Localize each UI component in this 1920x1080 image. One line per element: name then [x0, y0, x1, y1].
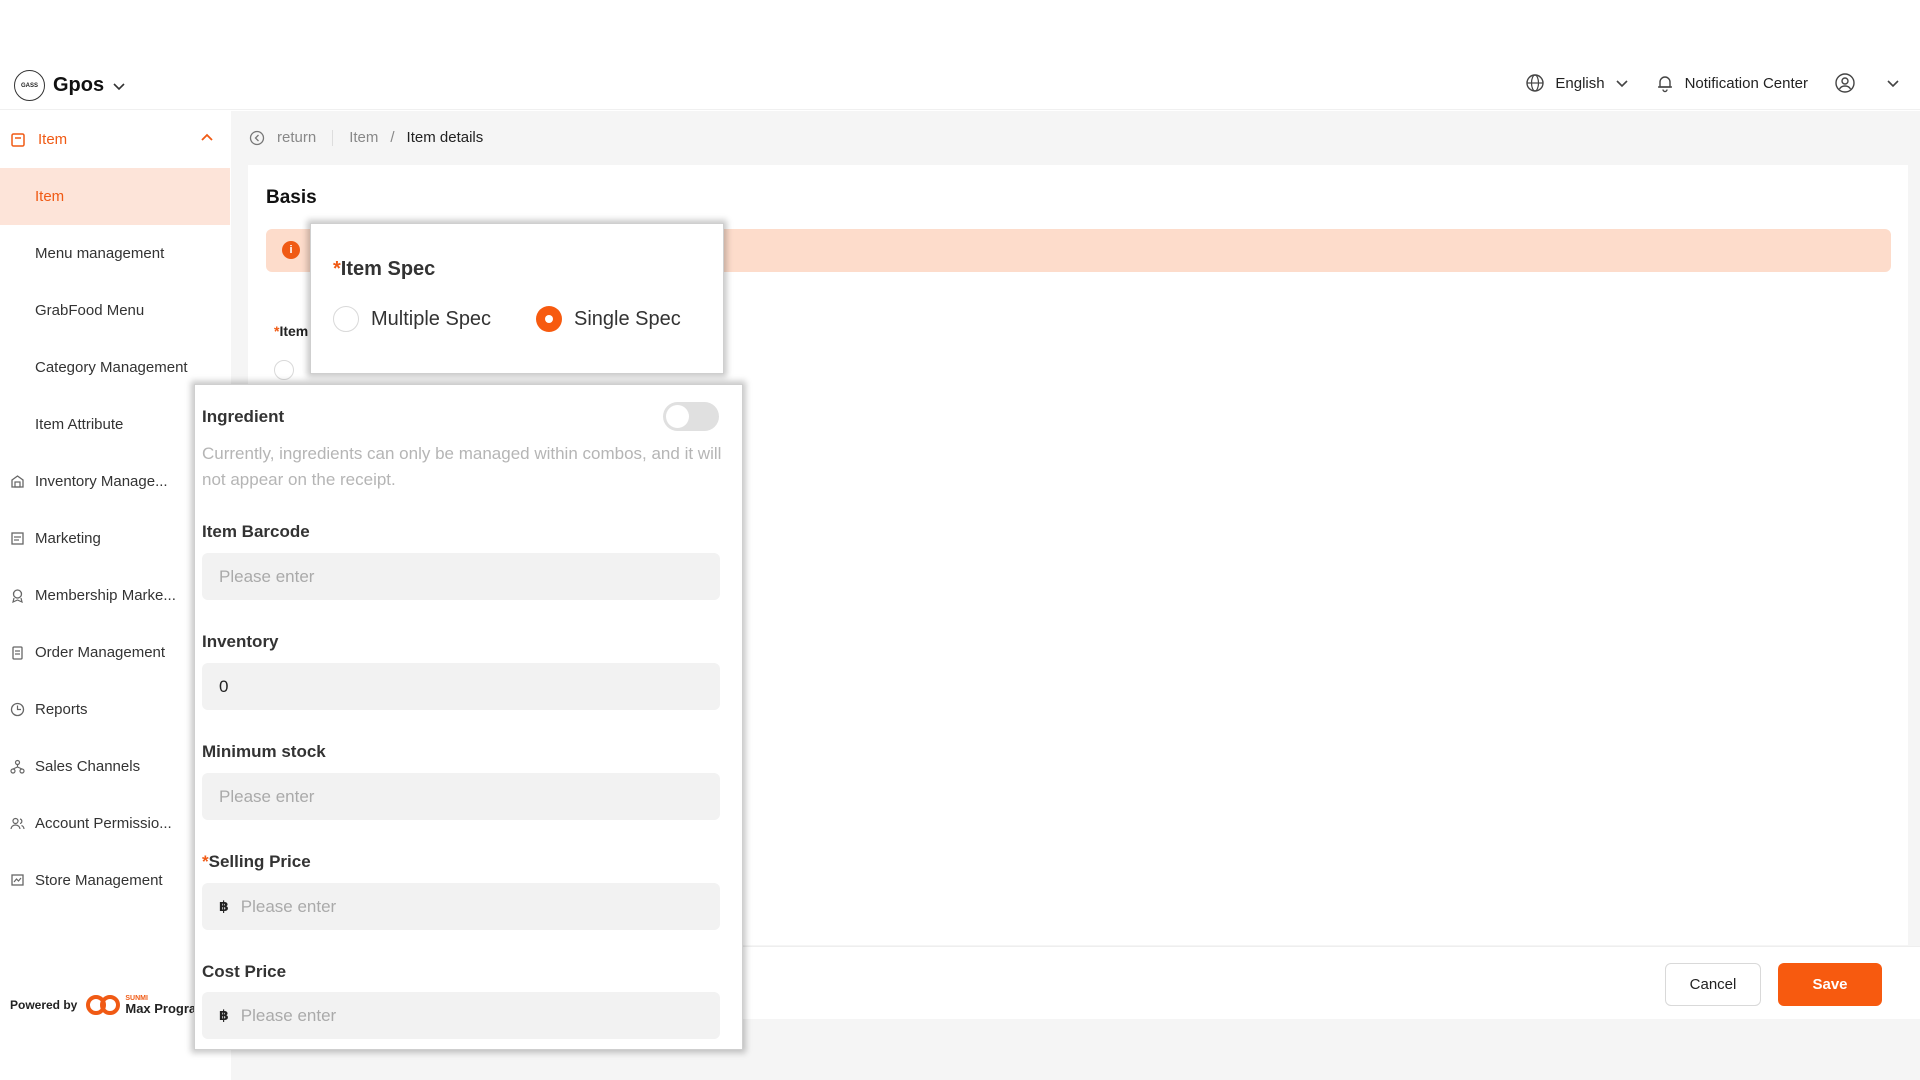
single-spec-label: Single Spec	[574, 307, 681, 330]
users-icon	[10, 816, 25, 831]
store-icon	[10, 873, 25, 888]
user-avatar-icon	[1834, 72, 1856, 94]
multiple-spec-label: Multiple Spec	[371, 307, 492, 330]
brand-name: Gpos	[53, 74, 105, 96]
info-icon: i	[282, 241, 300, 259]
back-circle-icon[interactable]	[249, 130, 265, 146]
selling-price-placeholder: Please enter	[240, 896, 337, 916]
sidebar-item-label: Inventory Manage...	[35, 473, 168, 490]
single-spec-radio[interactable]	[536, 306, 562, 332]
item-barcode-label: Item Barcode	[202, 522, 310, 541]
sidebar-item-label: Membership Marke...	[35, 587, 176, 604]
item-spec-panel: *Item Spec Multiple Spec Single Spec	[310, 223, 724, 374]
baht-currency-icon: ฿	[219, 1007, 229, 1023]
sidebar-item-menu-management[interactable]: Menu management	[0, 225, 230, 282]
multiple-spec-radio[interactable]	[333, 306, 359, 332]
selling-price-label: *Selling Price	[202, 852, 311, 871]
item-detail-panel: Ingredient Currently, ingredients can on…	[194, 384, 743, 1050]
sidebar-item-item[interactable]: Item	[0, 168, 230, 225]
language-label: English	[1555, 74, 1605, 92]
warehouse-icon	[10, 474, 25, 489]
chevron-down-icon	[112, 79, 126, 93]
breadcrumb: return Item / Item details	[249, 129, 483, 146]
cancel-button[interactable]: Cancel	[1665, 963, 1761, 1006]
save-button[interactable]: Save	[1778, 963, 1882, 1006]
background-radio	[274, 360, 294, 380]
inventory-input[interactable]: 0	[202, 663, 720, 710]
network-icon	[10, 759, 25, 774]
bell-icon	[1655, 73, 1675, 93]
sunmi-logo-icon	[86, 995, 121, 1015]
language-selector[interactable]: English	[1525, 73, 1628, 93]
brand-switcher[interactable]: GASS Gpos	[14, 70, 126, 101]
inventory-label: Inventory	[202, 632, 279, 651]
item-spec-background-label: *Item	[274, 323, 309, 339]
clipboard-icon	[10, 645, 25, 660]
sidebar-item-label: Sales Channels	[35, 758, 141, 775]
chevron-down-icon	[1886, 76, 1900, 90]
breadcrumb-separator: /	[390, 129, 395, 146]
sidebar-item-label: Store Management	[35, 872, 163, 889]
notification-label: Notification Center	[1684, 74, 1808, 92]
item-barcode-placeholder: Please enter	[219, 566, 315, 586]
sidebar-item-label: Reports	[35, 701, 88, 718]
powered-by-label: Powered by	[10, 998, 78, 1012]
ingredient-hint: Currently, ingredients can only be manag…	[202, 444, 722, 489]
globe-icon	[1525, 73, 1545, 93]
cost-price-label: Cost Price	[202, 962, 287, 981]
cost-price-placeholder: Please enter	[240, 1005, 337, 1025]
breadcrumb-divider	[332, 129, 334, 146]
single-spec-option[interactable]: Single Spec	[536, 306, 681, 332]
ingredient-toggle[interactable]	[663, 402, 719, 431]
selling-price-input[interactable]: ฿ Please enter	[202, 883, 720, 930]
clock-chart-icon	[10, 702, 25, 717]
sidebar-item-item-group[interactable]: Item	[0, 111, 230, 168]
ingredient-label: Ingredient	[202, 407, 285, 426]
chevron-down-icon	[1615, 76, 1629, 90]
marketing-icon	[10, 531, 25, 546]
brand-logo: GASS	[14, 70, 45, 101]
sidebar-item-label: Order Management	[35, 644, 166, 661]
inventory-value: 0	[219, 676, 229, 696]
return-link[interactable]: return	[277, 129, 316, 146]
page-title: Basis	[266, 187, 317, 208]
breadcrumb-item-link[interactable]: Item	[349, 129, 378, 146]
powered-by: Powered by SUNMI Max Progra	[10, 994, 196, 1016]
powered-brand-name: Max Progra	[125, 1001, 197, 1016]
minimum-stock-label: Minimum stock	[202, 742, 326, 761]
sidebar-item-label: Marketing	[35, 530, 101, 547]
chevron-up-icon	[200, 131, 214, 145]
user-menu[interactable]	[1834, 72, 1900, 94]
sidebar-item-grabfood-menu[interactable]: GrabFood Menu	[0, 282, 230, 339]
sidebar-parent-label: Item	[38, 131, 68, 148]
sidebar-item-label: Account Permissio...	[35, 815, 172, 832]
powered-brand-logo: SUNMI Max Progra	[85, 994, 196, 1016]
item-icon	[10, 132, 26, 148]
cost-price-input[interactable]: ฿ Please enter	[202, 992, 720, 1039]
notification-center[interactable]: Notification Center	[1655, 73, 1808, 93]
multiple-spec-option[interactable]: Multiple Spec	[333, 306, 491, 332]
breadcrumb-current: Item details	[406, 129, 484, 146]
top-bar: GASS Gpos English Notification Center	[0, 60, 1920, 110]
item-barcode-input[interactable]: Please enter	[202, 553, 720, 600]
minimum-stock-input[interactable]: Please enter	[202, 773, 720, 820]
item-spec-title: *Item Spec	[333, 258, 436, 280]
baht-currency-icon: ฿	[219, 898, 229, 914]
membership-icon	[10, 588, 25, 603]
minimum-stock-placeholder: Please enter	[219, 786, 315, 806]
